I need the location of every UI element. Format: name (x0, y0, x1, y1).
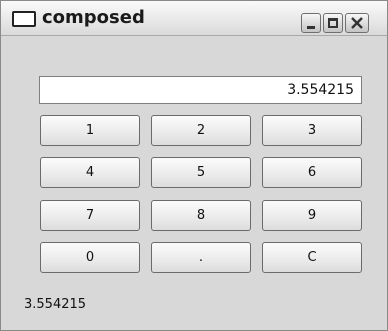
window-title: composed (42, 7, 145, 28)
close-button[interactable] (345, 13, 369, 33)
key-3[interactable]: 3 (262, 115, 362, 146)
key-7[interactable]: 7 (40, 200, 140, 231)
key-5[interactable]: 5 (151, 157, 251, 188)
key-1[interactable]: 1 (40, 115, 140, 146)
maximize-button[interactable] (323, 13, 343, 33)
key-clear[interactable]: C (262, 242, 362, 273)
key-0[interactable]: 0 (40, 242, 140, 273)
key-decimal-point[interactable]: . (151, 242, 251, 273)
maximize-icon (328, 18, 338, 28)
minimize-button[interactable] (301, 13, 321, 33)
minimize-icon (307, 26, 315, 29)
window-app-icon (12, 11, 36, 27)
app-window: composed 3.554215 1 2 3 4 5 6 7 8 9 0 . … (0, 0, 388, 331)
key-8[interactable]: 8 (151, 200, 251, 231)
close-icon (351, 17, 363, 29)
title-bar[interactable]: composed (1, 1, 387, 36)
status-label: 3.554215 (24, 297, 87, 312)
key-2[interactable]: 2 (151, 115, 251, 146)
key-6[interactable]: 6 (262, 157, 362, 188)
key-4[interactable]: 4 (40, 157, 140, 188)
display-field[interactable]: 3.554215 (39, 76, 362, 104)
key-9[interactable]: 9 (262, 200, 362, 231)
